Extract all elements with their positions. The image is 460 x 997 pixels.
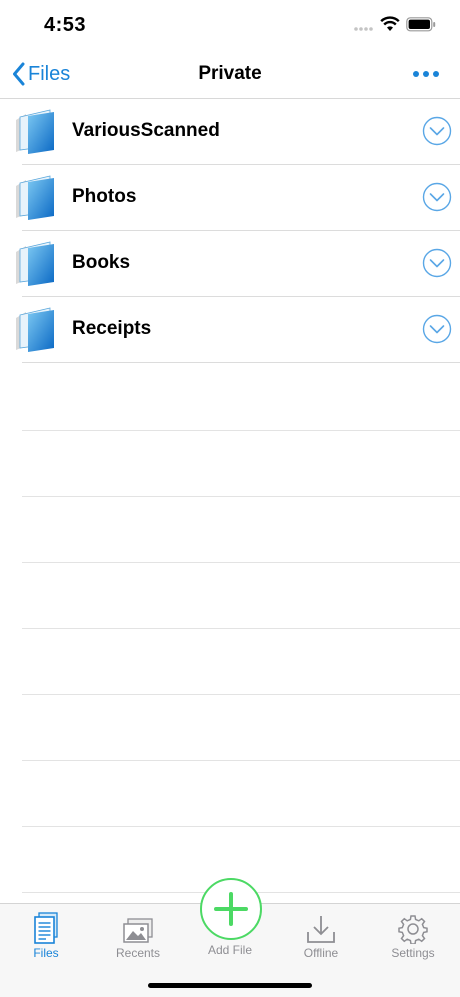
empty-list-area (22, 365, 460, 893)
folder-name: Receipts (72, 318, 152, 339)
add-file-button[interactable] (200, 878, 262, 940)
gear-icon (398, 915, 428, 944)
tab-recents-label: Recents (115, 946, 161, 960)
page-title: Private (198, 63, 262, 84)
tab-settings-label: Settings (391, 946, 435, 960)
folder-row[interactable]: Books (16, 231, 460, 297)
folder-icon (16, 175, 54, 220)
files-icon (34, 912, 58, 944)
folder-name: Photos (72, 186, 137, 207)
empty-row-divider (22, 497, 460, 563)
status-time: 4:53 (44, 14, 87, 36)
tab-offline[interactable]: Offline (281, 908, 361, 960)
photos-icon (123, 918, 153, 943)
empty-row-divider (22, 563, 460, 629)
tab-files-label: Files (33, 946, 59, 960)
chevron-down-icon[interactable] (422, 182, 452, 212)
empty-row-divider (22, 431, 460, 497)
status-bar: 4:53 (0, 0, 460, 50)
folder-row[interactable]: Photos (16, 165, 460, 231)
battery-icon (406, 17, 436, 32)
empty-row-divider (22, 365, 460, 431)
wifi-icon (380, 16, 400, 31)
more-options-icon[interactable] (410, 62, 442, 86)
folder-row[interactable]: VariousScanned (16, 99, 460, 165)
folder-name: VariousScanned (72, 120, 220, 141)
add-file-label: Add File (207, 943, 253, 957)
empty-row-divider (22, 695, 460, 761)
tab-offline-label: Offline (303, 946, 339, 960)
chevron-down-icon[interactable] (422, 314, 452, 344)
folder-icon (16, 109, 54, 154)
chevron-down-icon[interactable] (422, 116, 452, 146)
download-icon (307, 916, 335, 943)
tab-settings[interactable]: Settings (373, 908, 453, 960)
chevron-down-icon[interactable] (422, 248, 452, 278)
folder-row[interactable]: Receipts (16, 297, 460, 363)
plus-icon (214, 892, 248, 926)
navigation-bar: Files Private (0, 50, 460, 99)
signal-icon (354, 27, 373, 31)
folder-list: VariousScanned Photos Books Receipts (0, 99, 460, 363)
folder-icon (16, 241, 54, 286)
empty-row-divider (22, 629, 460, 695)
home-indicator (148, 983, 312, 988)
tab-recents[interactable]: Recents (98, 908, 178, 960)
folder-name: Books (72, 252, 131, 273)
tab-files[interactable]: Files (6, 908, 86, 960)
folder-icon (16, 307, 54, 352)
tab-bar: Files Recents Add File Offline Settings (0, 878, 460, 997)
empty-row-divider (22, 761, 460, 827)
